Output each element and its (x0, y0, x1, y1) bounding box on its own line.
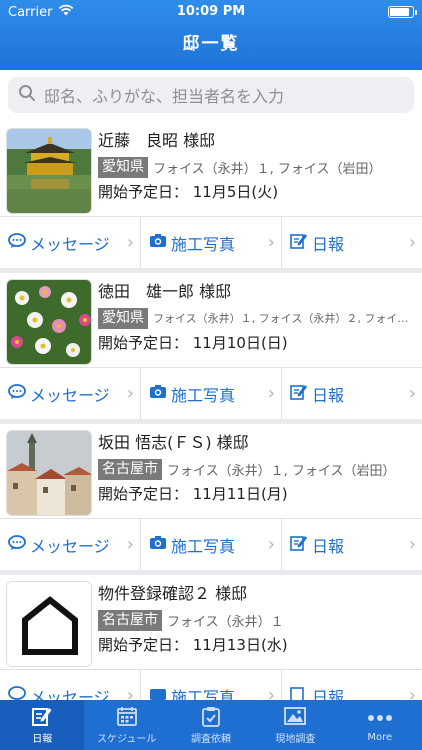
chevron-right-icon: › (267, 383, 275, 404)
chevron-right-icon: › (408, 232, 416, 253)
clipboard-icon (200, 705, 222, 727)
report-button[interactable]: 日報 › (282, 519, 422, 570)
start-date: 開始予定日： 11月13日(水) (98, 636, 288, 654)
camera-icon (149, 535, 167, 554)
photo-label: 施工写真 (171, 385, 236, 405)
photo-button[interactable]: 施工写真 › (141, 519, 282, 570)
prefecture-badge: 名古屋市 (98, 458, 162, 480)
tab-label: スケジュール (96, 734, 157, 745)
house-name: 徳田 雄一郎 様邸 (98, 282, 232, 301)
chevron-right-icon: › (267, 232, 275, 253)
list-item[interactable]: 近藤 良昭 様邸 愛知県 フォイス（永井）１, フォイス（岩田） 開始予定日： … (0, 122, 422, 268)
list-item[interactable]: 徳田 雄一郎 様邸 愛知県 フォイス（永井）１, フォイス（永井）２, フォイ…… (0, 273, 422, 419)
camera-icon (149, 384, 167, 403)
prefecture-badge: 愛知県 (98, 307, 148, 329)
staff-names: フォイス（永井）１ (167, 614, 284, 630)
message-label: メッセージ (30, 234, 110, 254)
search-icon (18, 84, 36, 106)
tab-site-survey[interactable]: 現地調査 (253, 700, 337, 750)
edit-icon (290, 383, 308, 404)
tab-label: 調査依頼 (191, 734, 232, 745)
report-label: 日報 (312, 234, 345, 254)
house-name: 物件登録確認２ 様邸 (98, 584, 248, 603)
calendar-icon (116, 705, 138, 727)
photo-button[interactable]: 施工写真 › (141, 217, 282, 268)
chevron-right-icon: › (126, 383, 134, 404)
edit-icon (290, 534, 308, 555)
status-bar: Carrier 10:09 PM (0, 0, 422, 24)
status-time: 10:09 PM (176, 4, 246, 19)
message-label: メッセージ (30, 536, 110, 556)
tab-label: 日報 (32, 734, 53, 745)
thumbnail-image (6, 279, 92, 365)
tab-report[interactable]: 日報 (0, 700, 85, 750)
staff-names: フォイス（永井）１, フォイス（岩田） (153, 161, 382, 177)
search-bar: 邸名、ふりがな、担当者名を入力 (0, 70, 422, 122)
chevron-right-icon: › (126, 232, 134, 253)
start-date: 開始予定日： 11月11日(月) (98, 485, 288, 503)
photo-icon (283, 705, 307, 727)
page-title: 邸一覧 (182, 34, 240, 54)
start-date: 開始予定日： 11月5日(火) (98, 183, 279, 201)
tab-bar: 日報 スケジュール 調査依頼 現地調査 More (0, 700, 422, 750)
chevron-right-icon: › (267, 534, 275, 555)
house-list: 近藤 良昭 様邸 愛知県 フォイス（永井）１, フォイス（岩田） 開始予定日： … (0, 122, 422, 721)
battery-icon (388, 6, 417, 18)
chat-bubble-icon (8, 534, 26, 555)
report-icon (31, 705, 53, 727)
chevron-right-icon: › (408, 534, 416, 555)
search-placeholder: 邸名、ふりがな、担当者名を入力 (44, 87, 285, 106)
chevron-right-icon: › (126, 534, 134, 555)
report-button[interactable]: 日報 › (282, 368, 422, 419)
list-item[interactable]: 坂田 悟志(ＦＳ) 様邸 名古屋市 フォイス（永井）１, フォイス（岩田） 開始… (0, 424, 422, 570)
start-date: 開始予定日： 11月10日(日) (98, 334, 288, 352)
tab-more[interactable]: More (338, 700, 422, 750)
tab-label: More (367, 732, 393, 743)
header: Carrier 10:09 PM 邸一覧 (0, 0, 422, 70)
thumbnail-image (6, 128, 92, 214)
tab-survey-request[interactable]: 調査依頼 (169, 700, 253, 750)
report-button[interactable]: 日報 › (282, 217, 422, 268)
tab-schedule[interactable]: スケジュール (84, 700, 168, 750)
message-button[interactable]: メッセージ › (0, 217, 141, 268)
search-input[interactable]: 邸名、ふりがな、担当者名を入力 (8, 77, 414, 113)
camera-icon (149, 233, 167, 252)
report-label: 日報 (312, 536, 345, 556)
house-name: 近藤 良昭 様邸 (98, 131, 216, 150)
prefecture-badge: 名古屋市 (98, 609, 162, 631)
prefecture-badge: 愛知県 (98, 156, 148, 178)
message-button[interactable]: メッセージ › (0, 368, 141, 419)
staff-names: フォイス（永井）１, フォイス（岩田） (167, 463, 396, 479)
house-icon (6, 581, 92, 667)
more-icon (367, 707, 393, 729)
chat-bubble-icon (8, 383, 26, 404)
report-label: 日報 (312, 385, 345, 405)
house-name: 坂田 悟志(ＦＳ) 様邸 (98, 433, 249, 452)
staff-names: フォイス（永井）１, フォイス（永井）２, フォイ… (153, 312, 409, 325)
photo-label: 施工写真 (171, 536, 236, 556)
photo-label: 施工写真 (171, 234, 236, 254)
message-label: メッセージ (30, 385, 110, 405)
thumbnail-image (6, 430, 92, 516)
chat-bubble-icon (8, 232, 26, 253)
edit-icon (290, 232, 308, 253)
chevron-right-icon: › (408, 383, 416, 404)
photo-button[interactable]: 施工写真 › (141, 368, 282, 419)
message-button[interactable]: メッセージ › (0, 519, 141, 570)
tab-label: 現地調査 (275, 734, 316, 745)
